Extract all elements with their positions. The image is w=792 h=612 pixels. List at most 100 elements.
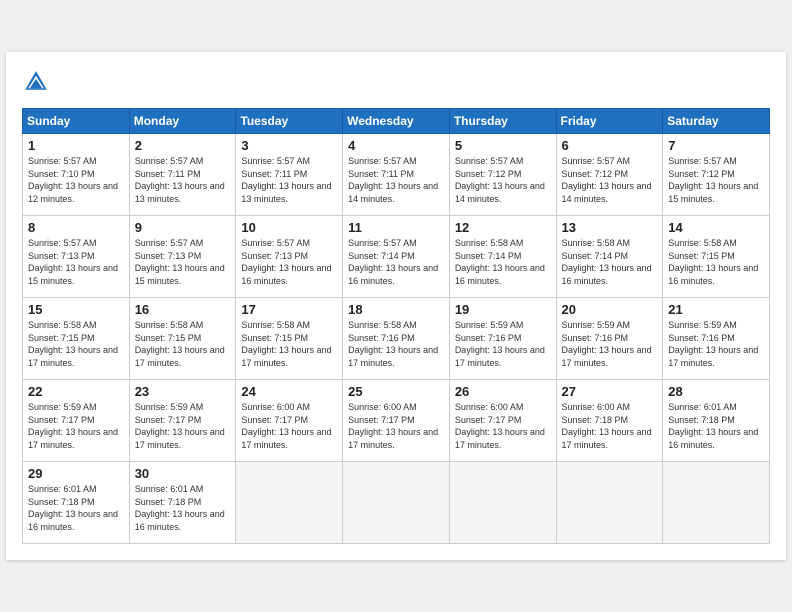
- calendar-table: SundayMondayTuesdayWednesdayThursdayFrid…: [22, 108, 770, 544]
- calendar-cell: 13 Sunrise: 5:58 AM Sunset: 7:14 PM Dayl…: [556, 216, 663, 298]
- day-number: 18: [348, 302, 444, 317]
- day-number: 2: [135, 138, 231, 153]
- day-info: Sunrise: 6:01 AM Sunset: 7:18 PM Dayligh…: [28, 483, 124, 533]
- weekday-header-friday: Friday: [556, 109, 663, 134]
- day-info: Sunrise: 6:01 AM Sunset: 7:18 PM Dayligh…: [135, 483, 231, 533]
- calendar-cell: 4 Sunrise: 5:57 AM Sunset: 7:11 PM Dayli…: [343, 134, 450, 216]
- calendar-cell: 26 Sunrise: 6:00 AM Sunset: 7:17 PM Dayl…: [449, 380, 556, 462]
- day-info: Sunrise: 6:00 AM Sunset: 7:17 PM Dayligh…: [241, 401, 337, 451]
- day-info: Sunrise: 5:58 AM Sunset: 7:14 PM Dayligh…: [562, 237, 658, 287]
- logo: [22, 68, 54, 96]
- day-number: 3: [241, 138, 337, 153]
- day-number: 22: [28, 384, 124, 399]
- day-info: Sunrise: 6:00 AM Sunset: 7:17 PM Dayligh…: [348, 401, 444, 451]
- calendar-cell: 24 Sunrise: 6:00 AM Sunset: 7:17 PM Dayl…: [236, 380, 343, 462]
- day-info: Sunrise: 5:57 AM Sunset: 7:11 PM Dayligh…: [241, 155, 337, 205]
- day-info: Sunrise: 5:59 AM Sunset: 7:16 PM Dayligh…: [455, 319, 551, 369]
- calendar-cell: 30 Sunrise: 6:01 AM Sunset: 7:18 PM Dayl…: [129, 462, 236, 544]
- calendar-cell: 3 Sunrise: 5:57 AM Sunset: 7:11 PM Dayli…: [236, 134, 343, 216]
- weekday-header-tuesday: Tuesday: [236, 109, 343, 134]
- calendar-cell: 28 Sunrise: 6:01 AM Sunset: 7:18 PM Dayl…: [663, 380, 770, 462]
- day-info: Sunrise: 5:57 AM Sunset: 7:11 PM Dayligh…: [348, 155, 444, 205]
- calendar-cell: 16 Sunrise: 5:58 AM Sunset: 7:15 PM Dayl…: [129, 298, 236, 380]
- weekday-header-sunday: Sunday: [23, 109, 130, 134]
- day-number: 12: [455, 220, 551, 235]
- day-info: Sunrise: 5:58 AM Sunset: 7:15 PM Dayligh…: [135, 319, 231, 369]
- day-info: Sunrise: 6:00 AM Sunset: 7:18 PM Dayligh…: [562, 401, 658, 451]
- weekday-header-wednesday: Wednesday: [343, 109, 450, 134]
- day-number: 10: [241, 220, 337, 235]
- day-number: 5: [455, 138, 551, 153]
- day-info: Sunrise: 5:58 AM Sunset: 7:16 PM Dayligh…: [348, 319, 444, 369]
- day-info: Sunrise: 5:57 AM Sunset: 7:11 PM Dayligh…: [135, 155, 231, 205]
- day-number: 27: [562, 384, 658, 399]
- weekday-header-thursday: Thursday: [449, 109, 556, 134]
- calendar-cell: 17 Sunrise: 5:58 AM Sunset: 7:15 PM Dayl…: [236, 298, 343, 380]
- day-number: 25: [348, 384, 444, 399]
- day-info: Sunrise: 5:58 AM Sunset: 7:15 PM Dayligh…: [241, 319, 337, 369]
- day-number: 8: [28, 220, 124, 235]
- calendar-cell: [236, 462, 343, 544]
- day-info: Sunrise: 5:57 AM Sunset: 7:12 PM Dayligh…: [455, 155, 551, 205]
- calendar-cell: 29 Sunrise: 6:01 AM Sunset: 7:18 PM Dayl…: [23, 462, 130, 544]
- calendar-cell: 18 Sunrise: 5:58 AM Sunset: 7:16 PM Dayl…: [343, 298, 450, 380]
- calendar-cell: 11 Sunrise: 5:57 AM Sunset: 7:14 PM Dayl…: [343, 216, 450, 298]
- day-number: 6: [562, 138, 658, 153]
- day-number: 4: [348, 138, 444, 153]
- day-info: Sunrise: 5:57 AM Sunset: 7:12 PM Dayligh…: [562, 155, 658, 205]
- calendar-cell: 15 Sunrise: 5:58 AM Sunset: 7:15 PM Dayl…: [23, 298, 130, 380]
- day-info: Sunrise: 5:59 AM Sunset: 7:17 PM Dayligh…: [28, 401, 124, 451]
- day-number: 30: [135, 466, 231, 481]
- calendar-cell: [343, 462, 450, 544]
- day-info: Sunrise: 5:58 AM Sunset: 7:14 PM Dayligh…: [455, 237, 551, 287]
- logo-icon: [22, 68, 50, 96]
- calendar-cell: 22 Sunrise: 5:59 AM Sunset: 7:17 PM Dayl…: [23, 380, 130, 462]
- calendar-cell: 9 Sunrise: 5:57 AM Sunset: 7:13 PM Dayli…: [129, 216, 236, 298]
- day-info: Sunrise: 5:57 AM Sunset: 7:13 PM Dayligh…: [241, 237, 337, 287]
- day-number: 11: [348, 220, 444, 235]
- header: [22, 68, 770, 96]
- day-info: Sunrise: 5:57 AM Sunset: 7:10 PM Dayligh…: [28, 155, 124, 205]
- day-info: Sunrise: 6:00 AM Sunset: 7:17 PM Dayligh…: [455, 401, 551, 451]
- day-number: 7: [668, 138, 764, 153]
- day-info: Sunrise: 5:57 AM Sunset: 7:14 PM Dayligh…: [348, 237, 444, 287]
- calendar-cell: 5 Sunrise: 5:57 AM Sunset: 7:12 PM Dayli…: [449, 134, 556, 216]
- day-number: 24: [241, 384, 337, 399]
- day-number: 14: [668, 220, 764, 235]
- calendar-cell: [449, 462, 556, 544]
- calendar-cell: [556, 462, 663, 544]
- calendar-cell: 27 Sunrise: 6:00 AM Sunset: 7:18 PM Dayl…: [556, 380, 663, 462]
- day-info: Sunrise: 5:57 AM Sunset: 7:13 PM Dayligh…: [28, 237, 124, 287]
- calendar-cell: 6 Sunrise: 5:57 AM Sunset: 7:12 PM Dayli…: [556, 134, 663, 216]
- calendar-cell: 23 Sunrise: 5:59 AM Sunset: 7:17 PM Dayl…: [129, 380, 236, 462]
- calendar-container: SundayMondayTuesdayWednesdayThursdayFrid…: [6, 52, 786, 560]
- calendar-cell: 19 Sunrise: 5:59 AM Sunset: 7:16 PM Dayl…: [449, 298, 556, 380]
- day-number: 19: [455, 302, 551, 317]
- day-number: 9: [135, 220, 231, 235]
- day-number: 23: [135, 384, 231, 399]
- calendar-cell: 21 Sunrise: 5:59 AM Sunset: 7:16 PM Dayl…: [663, 298, 770, 380]
- day-info: Sunrise: 5:59 AM Sunset: 7:17 PM Dayligh…: [135, 401, 231, 451]
- weekday-header-monday: Monday: [129, 109, 236, 134]
- day-number: 1: [28, 138, 124, 153]
- day-number: 29: [28, 466, 124, 481]
- calendar-cell: 20 Sunrise: 5:59 AM Sunset: 7:16 PM Dayl…: [556, 298, 663, 380]
- day-number: 26: [455, 384, 551, 399]
- calendar-cell: 12 Sunrise: 5:58 AM Sunset: 7:14 PM Dayl…: [449, 216, 556, 298]
- day-number: 20: [562, 302, 658, 317]
- day-info: Sunrise: 5:58 AM Sunset: 7:15 PM Dayligh…: [668, 237, 764, 287]
- day-info: Sunrise: 5:57 AM Sunset: 7:12 PM Dayligh…: [668, 155, 764, 205]
- calendar-cell: 8 Sunrise: 5:57 AM Sunset: 7:13 PM Dayli…: [23, 216, 130, 298]
- calendar-cell: 14 Sunrise: 5:58 AM Sunset: 7:15 PM Dayl…: [663, 216, 770, 298]
- calendar-cell: 25 Sunrise: 6:00 AM Sunset: 7:17 PM Dayl…: [343, 380, 450, 462]
- day-number: 13: [562, 220, 658, 235]
- day-info: Sunrise: 5:59 AM Sunset: 7:16 PM Dayligh…: [668, 319, 764, 369]
- weekday-header-saturday: Saturday: [663, 109, 770, 134]
- calendar-cell: 10 Sunrise: 5:57 AM Sunset: 7:13 PM Dayl…: [236, 216, 343, 298]
- day-number: 15: [28, 302, 124, 317]
- calendar-cell: [663, 462, 770, 544]
- day-info: Sunrise: 5:59 AM Sunset: 7:16 PM Dayligh…: [562, 319, 658, 369]
- calendar-cell: 1 Sunrise: 5:57 AM Sunset: 7:10 PM Dayli…: [23, 134, 130, 216]
- day-info: Sunrise: 5:58 AM Sunset: 7:15 PM Dayligh…: [28, 319, 124, 369]
- day-number: 16: [135, 302, 231, 317]
